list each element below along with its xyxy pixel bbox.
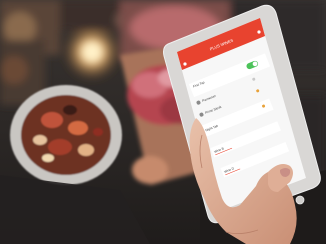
food-plate (10, 85, 122, 185)
photo-scene: PLUS WINES First Tap Parmesan Prime Stea… (0, 0, 326, 244)
menu-icon[interactable] (257, 30, 261, 34)
photo-illustration: PLUS WINES First Tap Parmesan Prime Stea… (0, 0, 326, 244)
home-button[interactable] (295, 195, 305, 205)
back-icon[interactable] (183, 62, 187, 66)
